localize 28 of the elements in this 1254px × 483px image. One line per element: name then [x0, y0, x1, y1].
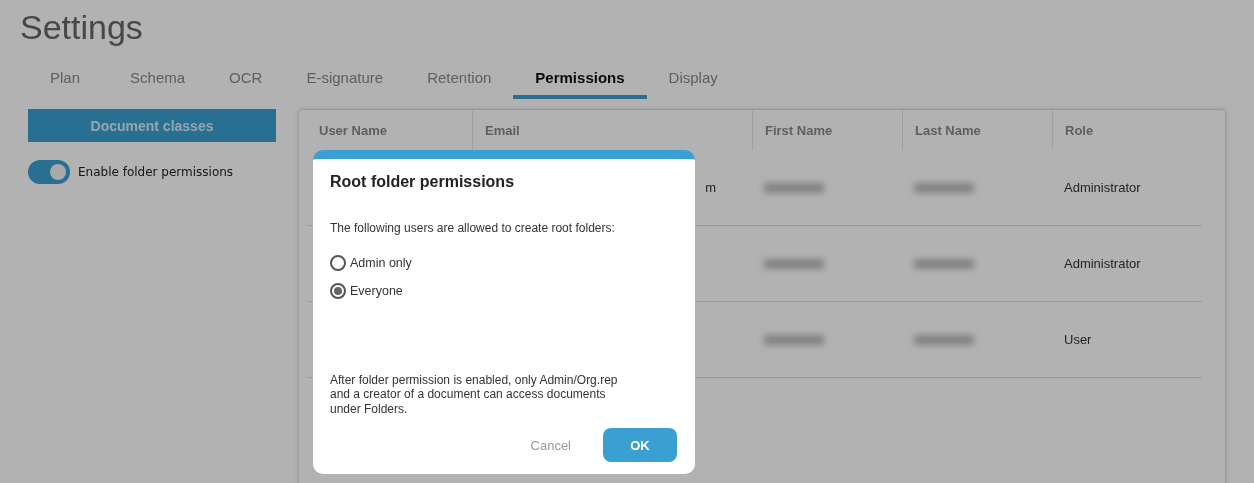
- table-cell: Administrator: [1064, 256, 1141, 271]
- cancel-button[interactable]: Cancel: [524, 436, 577, 454]
- tab[interactable]: Display: [646, 63, 740, 99]
- column-header[interactable]: Last Name: [902, 110, 1052, 150]
- table-cell: m: [705, 180, 716, 195]
- table-cell: Administrator: [1064, 180, 1141, 195]
- ok-button[interactable]: OK: [603, 428, 677, 462]
- column-header[interactable]: User Name: [307, 110, 472, 150]
- toggle-label: Enable folder permissions: [78, 165, 234, 179]
- tab[interactable]: OCR: [207, 63, 285, 99]
- dialog-prompt: The following users are allowed to create root folders:: [330, 221, 615, 235]
- table-cell: User: [1064, 332, 1092, 347]
- dialog-title: Root folder permissions: [330, 173, 515, 191]
- tab[interactable]: Schema: [108, 63, 208, 99]
- tab[interactable]: Retention: [405, 63, 514, 99]
- radio-label: Admin only: [350, 256, 412, 270]
- document-classes-button[interactable]: Document classes: [28, 109, 276, 142]
- page-title: Settings: [19, 7, 143, 47]
- tab[interactable]: E-signature: [284, 63, 406, 99]
- column-header[interactable]: Role: [1052, 110, 1202, 150]
- toggle-switch[interactable]: [28, 160, 70, 184]
- dialog-note: After folder permission is enabled, only Admin/Org.rep and a creator of a document can access documents under Folders.: [330, 372, 619, 416]
- tab[interactable]: Plan: [38, 63, 109, 99]
- radio-button[interactable]: [330, 283, 346, 299]
- tab[interactable]: Permissions: [513, 63, 647, 99]
- column-header[interactable]: First Name: [752, 110, 902, 150]
- radio-label: Everyone: [350, 284, 403, 298]
- radio-button[interactable]: [330, 255, 346, 271]
